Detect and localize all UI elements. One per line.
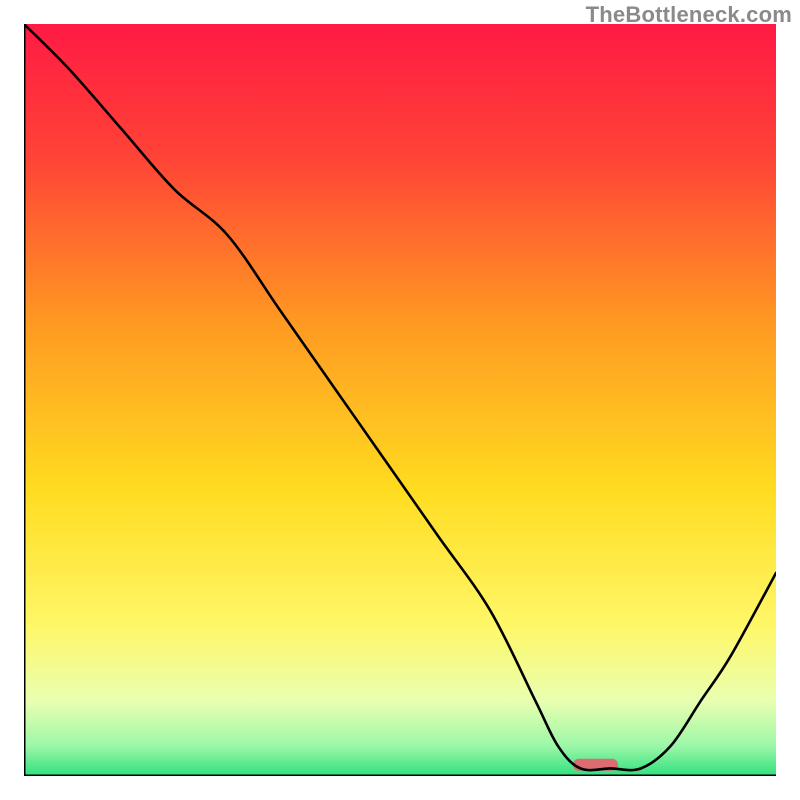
bottleneck-chart [24, 24, 776, 776]
plot-area [24, 24, 776, 776]
gradient-background [24, 24, 776, 776]
chart-container: TheBottleneck.com [0, 0, 800, 800]
